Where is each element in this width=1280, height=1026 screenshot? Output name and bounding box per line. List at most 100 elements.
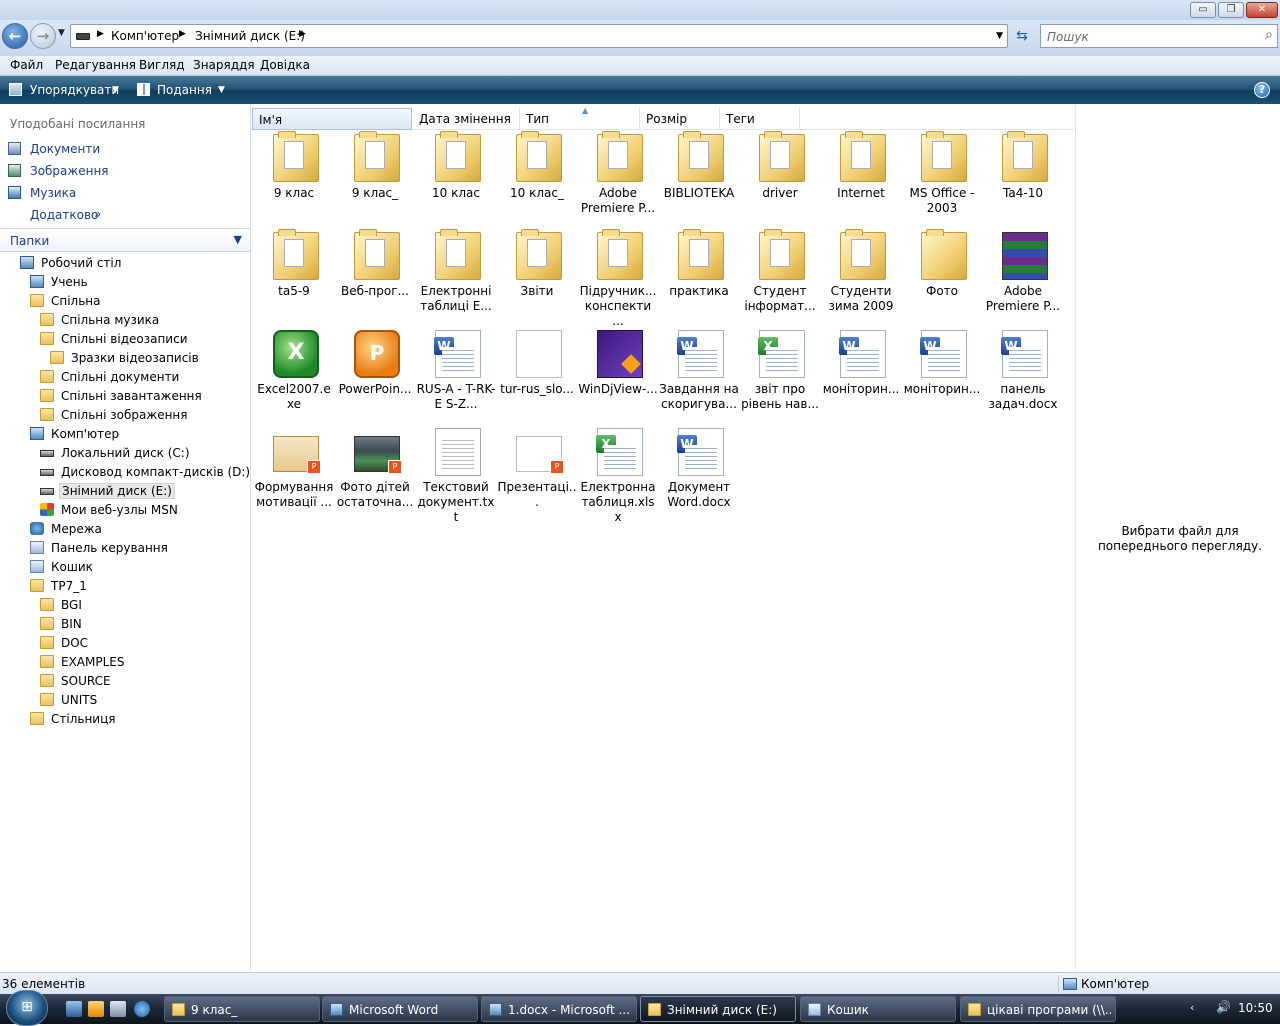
tree-item-label[interactable]: DOC (61, 636, 88, 650)
file-item[interactable]: BIBLIOTEKA (659, 131, 739, 228)
file-item[interactable]: Веб-прог... (335, 229, 415, 326)
file-item[interactable]: X Електронна таблиця.xlsx (578, 426, 658, 525)
tree-item-label[interactable]: Спільні зображення (61, 408, 188, 422)
file-item[interactable]: Wмоніторин... (902, 328, 982, 424)
chevron-right-icon[interactable]: ▶ (299, 29, 306, 39)
file-item[interactable]: WinDjView-... (578, 328, 658, 424)
favorite-pictures[interactable]: Зображення (8, 162, 238, 180)
file-item[interactable]: Студент інформат... (740, 229, 820, 326)
help-icon[interactable]: ? (1254, 82, 1270, 98)
file-name[interactable]: WinDjView-... (578, 382, 658, 397)
tree-item-label[interactable]: SOURCE (61, 674, 111, 688)
tree-item-label[interactable]: Панель керування (51, 541, 168, 555)
forward-button[interactable]: → (30, 23, 56, 49)
internet-explorer-icon[interactable] (134, 1001, 150, 1017)
file-item[interactable]: Adobe Premiere P... (983, 230, 1063, 326)
tree-item-label[interactable]: Стільниця (51, 712, 115, 726)
file-name[interactable]: Студенти зима 2009 (821, 284, 901, 314)
file-name[interactable]: BIBLIOTEKA (659, 186, 739, 201)
file-name[interactable]: 9 клас (254, 186, 334, 201)
double-chevron-icon[interactable]: » (94, 207, 101, 221)
file-name[interactable]: 9 клас_ (335, 186, 415, 201)
search-input[interactable]: Пошук (1047, 30, 1089, 44)
file-item[interactable]: Електронні таблиці Е... (416, 229, 496, 326)
file-item[interactable]: Internet (821, 131, 901, 228)
taskbar-button[interactable]: 9 клас_ (164, 996, 320, 1022)
minimize-button[interactable]: ▭ (1190, 2, 1216, 18)
file-item[interactable]: MS Office - 2003 (902, 131, 982, 228)
chevron-right-icon[interactable]: ▶ (97, 29, 104, 39)
column-type[interactable]: Тип (520, 108, 640, 130)
recent-pages-dropdown[interactable]: ▼ (58, 28, 65, 38)
taskbar-button[interactable]: Microsoft Word (322, 996, 478, 1022)
chevron-down-icon[interactable]: ▼ (218, 85, 225, 95)
column-name[interactable]: Ім'я (252, 108, 412, 130)
file-item[interactable]: W Завдання на скоригува... (659, 328, 739, 424)
views-button[interactable]: Подання (157, 83, 212, 97)
menu-view[interactable]: Вигляд (139, 58, 185, 72)
file-name[interactable]: Підручник... конспекти ... (578, 284, 658, 329)
file-name[interactable]: практика (659, 284, 739, 299)
file-item[interactable]: Xзвіт про рівень нав... (740, 328, 820, 424)
maximize-button[interactable]: ❐ (1218, 2, 1244, 18)
chevron-down-icon[interactable]: ▼ (234, 233, 242, 246)
tree-item-label[interactable]: Знімний диск (E:) (59, 483, 175, 499)
search-icon[interactable]: ⌕ (1265, 27, 1273, 43)
menu-tools[interactable]: Знаряддя (193, 58, 255, 72)
file-item[interactable]: W RUS-A - T-RK-E S-Z... (416, 328, 496, 424)
file-item[interactable]: Wпанель задач.docx (983, 328, 1063, 424)
file-item[interactable]: Студенти зима 2009 (821, 229, 901, 326)
file-item[interactable]: P Фото дітей остаточна... (335, 426, 415, 522)
clock[interactable]: 10:50 (1238, 1001, 1273, 1015)
tree-item-label[interactable]: EXAMPLES (61, 655, 125, 669)
file-name[interactable]: 10 клас (416, 186, 496, 201)
taskbar-button[interactable]: 1.docx - Microsoft ... (481, 996, 637, 1022)
file-name[interactable]: Ta4-10 (983, 186, 1063, 201)
file-name[interactable]: Завдання на скоригува... (659, 382, 739, 412)
file-name[interactable]: Adobe Premiere P... (983, 284, 1063, 314)
file-name[interactable]: driver (740, 186, 820, 201)
file-name[interactable]: моніторин... (902, 382, 982, 397)
file-item[interactable]: tur-rus_slo... (497, 328, 577, 424)
file-item[interactable]: P Презентаці... (497, 426, 577, 522)
file-item[interactable]: Фото (902, 229, 982, 326)
file-name[interactable]: MS Office - 2003 (902, 186, 982, 216)
column-date-modified[interactable]: Дата змінення (413, 108, 520, 130)
folders-header[interactable]: Папки ▼ (0, 228, 250, 252)
start-button[interactable]: ⊞ (6, 990, 48, 1026)
show-desktop-icon[interactable] (66, 1001, 82, 1017)
file-name[interactable]: Internet (821, 186, 901, 201)
file-name[interactable]: Excel2007.exe (254, 382, 334, 412)
file-item[interactable]: P Формування мотивації ... (254, 426, 334, 522)
taskbar-button[interactable]: Кошик (800, 996, 956, 1022)
tree-item-label[interactable]: Спільні документи (61, 370, 179, 384)
file-name[interactable]: RUS-A - T-RK-E S-Z... (416, 382, 496, 412)
file-name[interactable]: Формування мотивації ... (254, 480, 334, 510)
file-name[interactable]: Фото (902, 284, 982, 299)
tree-item-label[interactable]: Зразки відеозаписів (71, 351, 199, 365)
tree-item-label[interactable]: Спільні завантаження (61, 389, 202, 403)
file-item[interactable]: X Excel2007.exe (254, 328, 334, 424)
breadcrumb-computer[interactable]: Комп'ютер (111, 29, 179, 43)
column-size[interactable]: Розмір (640, 108, 720, 130)
organize-button[interactable]: Упорядкувати (30, 83, 119, 97)
file-name[interactable]: Веб-прог... (335, 284, 415, 299)
favorite-music[interactable]: Музика (8, 184, 238, 202)
file-name[interactable]: Електронна таблиця.xlsx (578, 480, 658, 525)
file-name[interactable]: ta5-9 (254, 284, 334, 299)
file-name[interactable]: Студент інформат... (740, 284, 820, 314)
tree-item-label[interactable]: Дисковод компакт-дисків (D:) (61, 465, 250, 479)
media-player-icon[interactable] (88, 1001, 104, 1017)
tree-item-label[interactable]: Спільна музика (61, 313, 159, 327)
file-name[interactable]: Презентаці... (497, 480, 577, 510)
file-item[interactable]: W Документ Word.docx (659, 426, 739, 522)
file-name[interactable]: звіт про рівень нав... (740, 382, 820, 412)
file-item[interactable]: 9 клас_ (335, 131, 415, 228)
refresh-icon[interactable]: ⇆ (1012, 26, 1032, 46)
tree-item-label[interactable]: UNITS (61, 693, 97, 707)
file-name[interactable]: tur-rus_slo... (497, 382, 577, 397)
file-item[interactable]: Текстовий документ.txt (416, 426, 496, 524)
file-item[interactable]: 9 клас (254, 131, 334, 228)
address-dropdown-icon[interactable]: ▼ (996, 31, 1003, 41)
file-item[interactable]: Ta4-10 (983, 131, 1063, 228)
